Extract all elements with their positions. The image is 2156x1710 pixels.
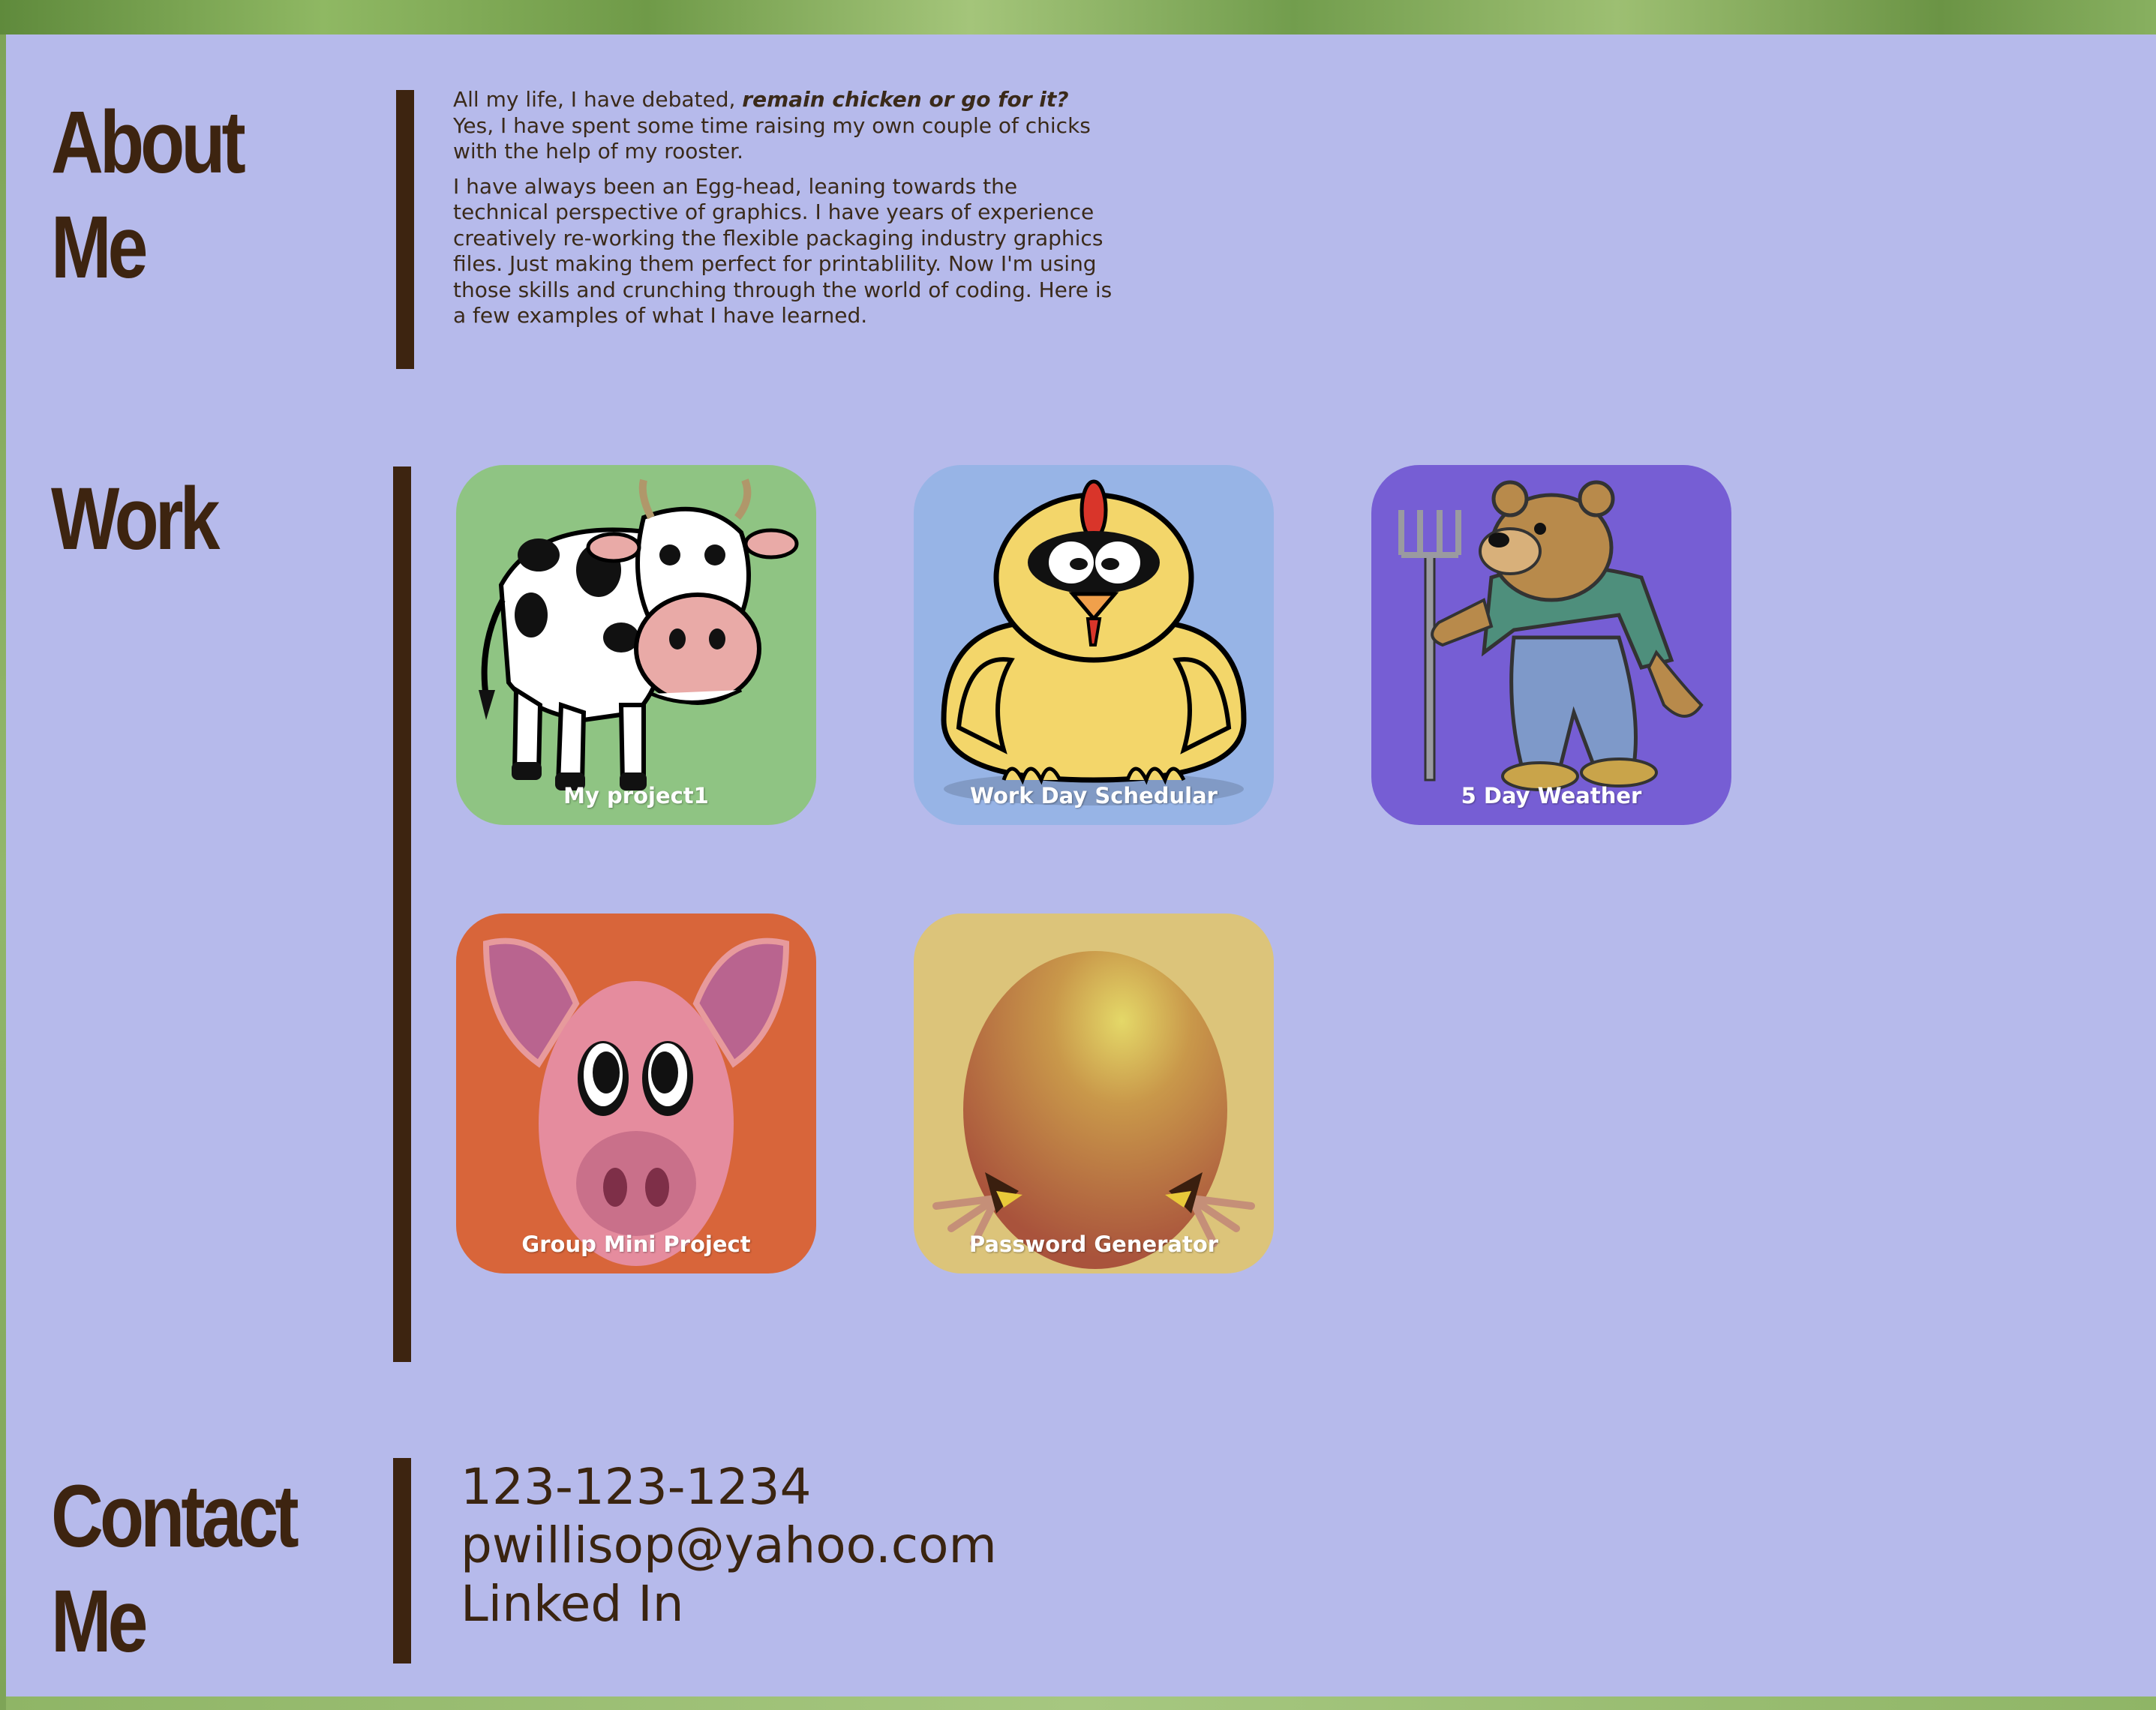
- project-card-5-day-weather[interactable]: 5 Day Weather: [1371, 465, 1731, 825]
- about-intro-emphasis: remain chicken or go for it?: [742, 87, 1069, 112]
- project-card-label: Work Day Schedular: [970, 783, 1218, 808]
- project-card-label: My project1: [563, 783, 709, 808]
- about-paragraph-2: I have always been an Egg-head, leaning …: [453, 173, 1113, 328]
- about-heading-line2: Me: [51, 198, 148, 297]
- contact-linkedin[interactable]: Linked In: [461, 1575, 997, 1634]
- project-card-label: 5 Day Weather: [1461, 783, 1642, 808]
- about-intro-rest: Yes, I have spent some time raising my o…: [453, 112, 1091, 164]
- about-heading-line1: About: [51, 93, 246, 192]
- header-grass-banner: [0, 0, 2156, 34]
- contact-info: 123-123-1234 pwillisop@yahoo.com Linked …: [461, 1458, 997, 1634]
- background-grass-edge-bottom: [6, 1696, 2156, 1710]
- contact-email[interactable]: pwillisop@yahoo.com: [461, 1516, 997, 1575]
- contact-heading: Contact Me: [51, 1464, 299, 1674]
- cow-icon: [456, 465, 816, 825]
- project-card-group-mini-project[interactable]: Group Mini Project: [456, 914, 816, 1274]
- project-card-label: Group Mini Project: [521, 1232, 751, 1257]
- contact-divider: [393, 1458, 411, 1664]
- project-card-my-project1[interactable]: My project1: [456, 465, 816, 825]
- work-heading: Work: [51, 466, 220, 572]
- contact-heading-line2: Me: [51, 1572, 148, 1671]
- contact-email-link[interactable]: pwillisop@yahoo.com: [461, 1516, 997, 1574]
- contact-linkedin-link[interactable]: Linked In: [461, 1575, 684, 1633]
- project-card-work-day-schedular[interactable]: Work Day Schedular: [914, 465, 1274, 825]
- pig-icon: [456, 914, 816, 1274]
- egg-icon: [914, 914, 1274, 1274]
- farmer-bear-icon: [1371, 465, 1731, 825]
- project-card-label: Password Generator: [968, 1232, 1219, 1257]
- about-heading: About Me: [51, 90, 246, 300]
- chick-icon: [914, 465, 1274, 825]
- about-text: All my life, I have debated, remain chic…: [453, 87, 1113, 338]
- about-intro-paragraph: All my life, I have debated, remain chic…: [453, 87, 1113, 165]
- about-divider: [396, 90, 414, 369]
- about-intro-plain: All my life, I have debated,: [453, 87, 743, 112]
- project-card-password-generator[interactable]: Password Generator: [914, 914, 1274, 1274]
- work-heading-text: Work: [51, 470, 220, 568]
- background-grass-edge-left: [0, 34, 6, 1710]
- contact-phone: 123-123-1234: [461, 1458, 812, 1516]
- contact-heading-line1: Contact: [51, 1467, 299, 1566]
- work-divider: [393, 466, 411, 1362]
